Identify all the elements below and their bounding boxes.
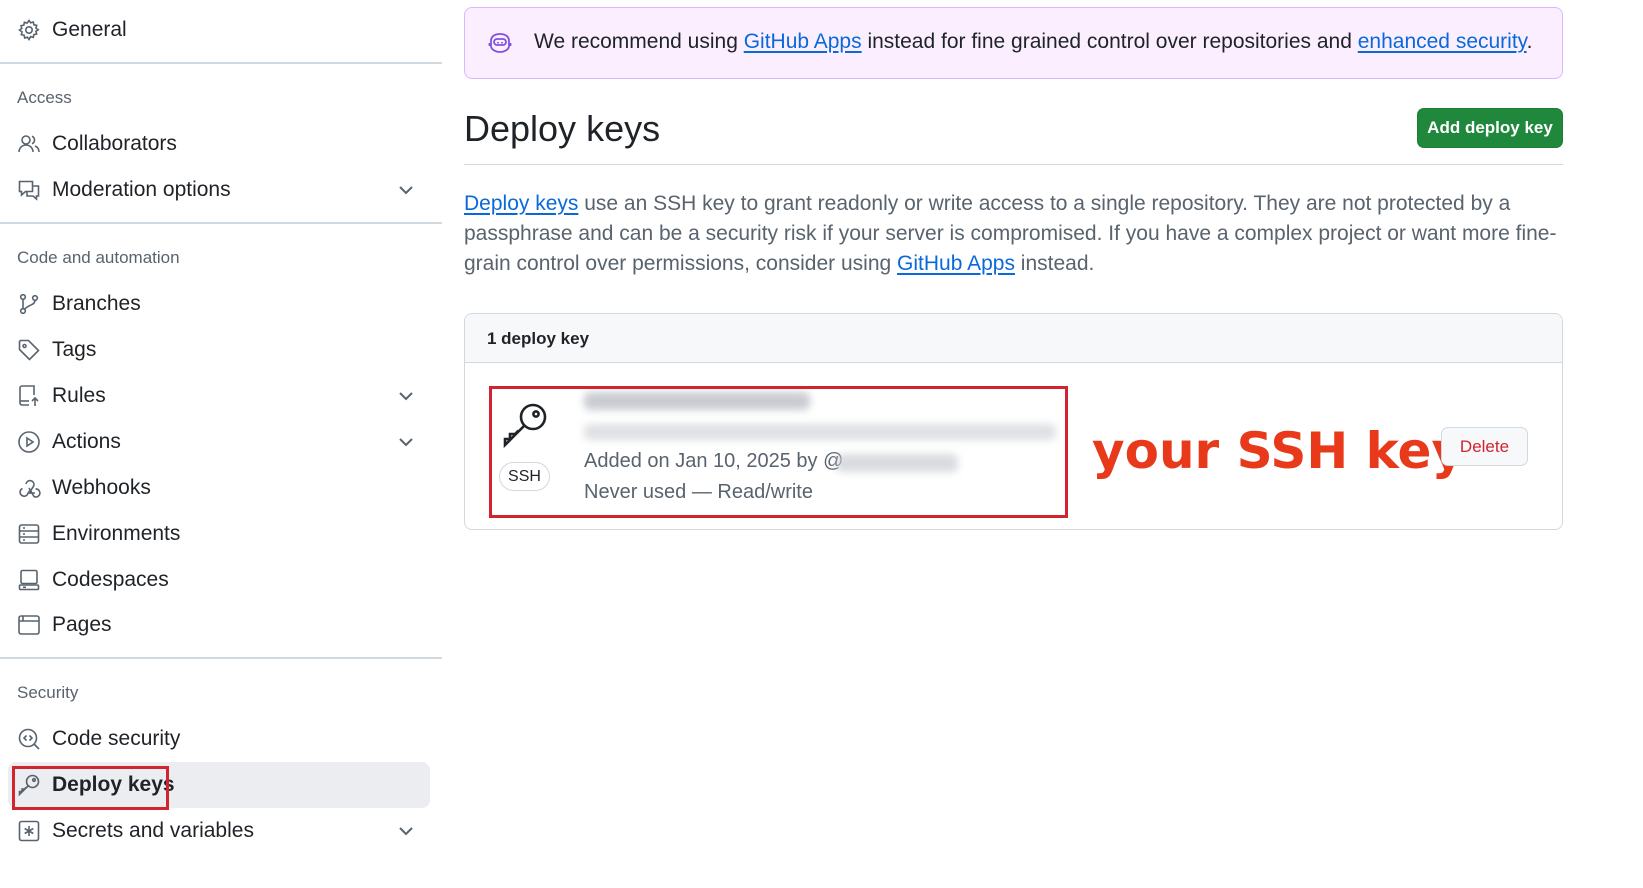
sidebar-item-label: Codespaces [52, 568, 169, 591]
chevron-down-icon[interactable] [396, 432, 416, 452]
browser-icon [17, 613, 41, 637]
sidebar-item-environments[interactable]: Environments [0, 511, 442, 557]
section-title-security: Security [17, 683, 79, 702]
deploy-keys-description: Deploy keys use an SSH key to grant read… [464, 189, 1563, 279]
sidebar-item-label: Code security [52, 727, 181, 750]
sidebar-item-general[interactable]: General [0, 7, 442, 53]
sidebar-item-moderation[interactable]: Moderation options [0, 167, 442, 213]
page-title: Deploy keys [464, 108, 661, 149]
sidebar-item-branches[interactable]: Branches [0, 281, 442, 327]
deploy-keys-list-header: 1 deploy key [465, 314, 1562, 363]
sidebar-item-label: Actions [52, 430, 121, 453]
deploy-key-count: 1 deploy key [487, 329, 590, 348]
sidebar-item-codespaces[interactable]: Codespaces [0, 557, 442, 603]
delete-key-button[interactable]: Delete [1441, 427, 1528, 466]
annotation-highlight-box [489, 386, 1068, 518]
sidebar-item-label: Webhooks [52, 476, 151, 499]
sidebar-item-label: Branches [52, 292, 141, 315]
gear-icon [17, 18, 41, 42]
codespaces-icon [17, 568, 41, 592]
sidebar-divider [0, 222, 442, 224]
sidebar-divider [0, 62, 442, 64]
sidebar-item-rules[interactable]: Rules [0, 373, 442, 419]
sidebar-item-pages[interactable]: Pages [0, 602, 442, 648]
banner-middle: instead for fine grained control over re… [861, 30, 1358, 53]
asterisk-icon [17, 819, 41, 843]
annotation-highlight-box [12, 766, 169, 810]
sidebar-item-webhooks[interactable]: Webhooks [0, 465, 442, 511]
codescan-icon [17, 727, 41, 751]
sidebar-item-collaborators[interactable]: Collaborators [0, 121, 442, 167]
sidebar-item-label: Tags [52, 338, 97, 361]
chevron-down-icon[interactable] [396, 821, 416, 841]
sidebar-item-label: Moderation options [52, 178, 231, 201]
title-divider [464, 164, 1563, 165]
sidebar-item-label: Pages [52, 613, 112, 636]
annotation-label: your SSH key [1092, 422, 1465, 480]
repo-push-icon [17, 384, 41, 408]
github-apps-link[interactable]: GitHub Apps [744, 30, 862, 53]
server-icon [17, 522, 41, 546]
banner-suffix: . [1526, 30, 1533, 53]
webhook-icon [17, 476, 41, 500]
chevron-down-icon[interactable] [396, 180, 416, 200]
git-branch-icon [17, 292, 41, 316]
sidebar-item-label: Secrets and variables [52, 819, 254, 842]
sidebar-item-label: Collaborators [52, 132, 177, 155]
github-apps-link[interactable]: GitHub Apps [897, 252, 1015, 275]
comment-discussion-icon [17, 178, 41, 202]
add-deploy-key-button[interactable]: Add deploy key [1417, 108, 1563, 148]
deploy-keys-docs-link[interactable]: Deploy keys [464, 192, 578, 215]
sidebar-item-actions[interactable]: Actions [0, 419, 442, 465]
sidebar-item-label: Environments [52, 522, 181, 545]
play-icon [17, 430, 41, 454]
sidebar-item-label: Rules [52, 384, 106, 407]
tag-icon [17, 338, 41, 362]
copilot-icon [487, 30, 513, 56]
enhanced-security-link[interactable]: enhanced security [1358, 30, 1527, 53]
banner-text: We recommend using GitHub Apps instead f… [534, 30, 1532, 54]
recommendation-banner: We recommend using GitHub Apps instead f… [464, 7, 1563, 79]
sidebar-item-tags[interactable]: Tags [0, 327, 442, 373]
people-icon [17, 132, 41, 156]
sidebar-item-code-security[interactable]: Code security [0, 716, 442, 762]
section-title-access: Access [17, 88, 72, 107]
banner-prefix: We recommend using [534, 30, 744, 53]
chevron-down-icon[interactable] [396, 386, 416, 406]
sidebar-divider [0, 657, 442, 659]
section-title-code-automation: Code and automation [17, 248, 180, 267]
sidebar-item-secrets[interactable]: Secrets and variables [0, 808, 442, 854]
settings-sidebar: General Access Collaborators Moderation … [0, 0, 442, 888]
sidebar-item-label: General [52, 18, 127, 41]
description-suffix: instead. [1014, 252, 1095, 275]
